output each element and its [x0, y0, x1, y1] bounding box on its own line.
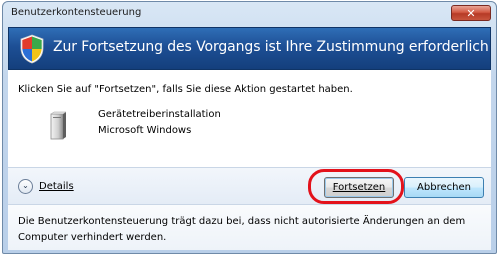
cancel-button[interactable]: Abbrechen: [404, 177, 484, 198]
continue-button[interactable]: Fortsetzen: [324, 177, 394, 198]
action-bar: ⌄ Details Fortsetzen Abbrechen: [8, 167, 491, 205]
item-name: Gerätetreiberinstallation: [98, 109, 221, 120]
uac-shield-icon: [20, 34, 44, 64]
consent-heading: Zur Fortsetzung des Vorgangs ist Ihre Zu…: [53, 39, 489, 55]
close-button[interactable]: ✕: [451, 5, 491, 21]
footer-panel: Die Benutzerkontensteuerung trägt dazu b…: [8, 205, 491, 250]
chevron-down-icon: ⌄: [22, 181, 29, 190]
item-publisher: Microsoft Windows: [98, 125, 192, 136]
content-panel: Klicken Sie auf "Fortsetzen", falls Sie …: [8, 70, 491, 167]
uac-dialog-window: Benutzerkontensteuerung ✕ Zur Fortsetzun…: [2, 1, 497, 254]
details-toggle-button[interactable]: ⌄: [18, 179, 33, 194]
consent-banner: Zur Fortsetzung des Vorgangs ist Ihre Zu…: [8, 27, 491, 70]
details-label[interactable]: Details: [39, 181, 74, 192]
title-bar: Benutzerkontensteuerung ✕: [3, 2, 496, 26]
continue-button-label: Fortsetzen: [332, 182, 386, 193]
device-driver-icon: [50, 111, 67, 140]
prompt-text: Klicken Sie auf "Fortsetzen", falls Sie …: [18, 84, 353, 95]
cancel-button-label: Abbrechen: [417, 182, 471, 193]
window-title: Benutzerkontensteuerung: [11, 7, 142, 18]
footer-text: Die Benutzerkontensteuerung trägt dazu b…: [18, 216, 466, 243]
close-icon: ✕: [466, 7, 476, 20]
